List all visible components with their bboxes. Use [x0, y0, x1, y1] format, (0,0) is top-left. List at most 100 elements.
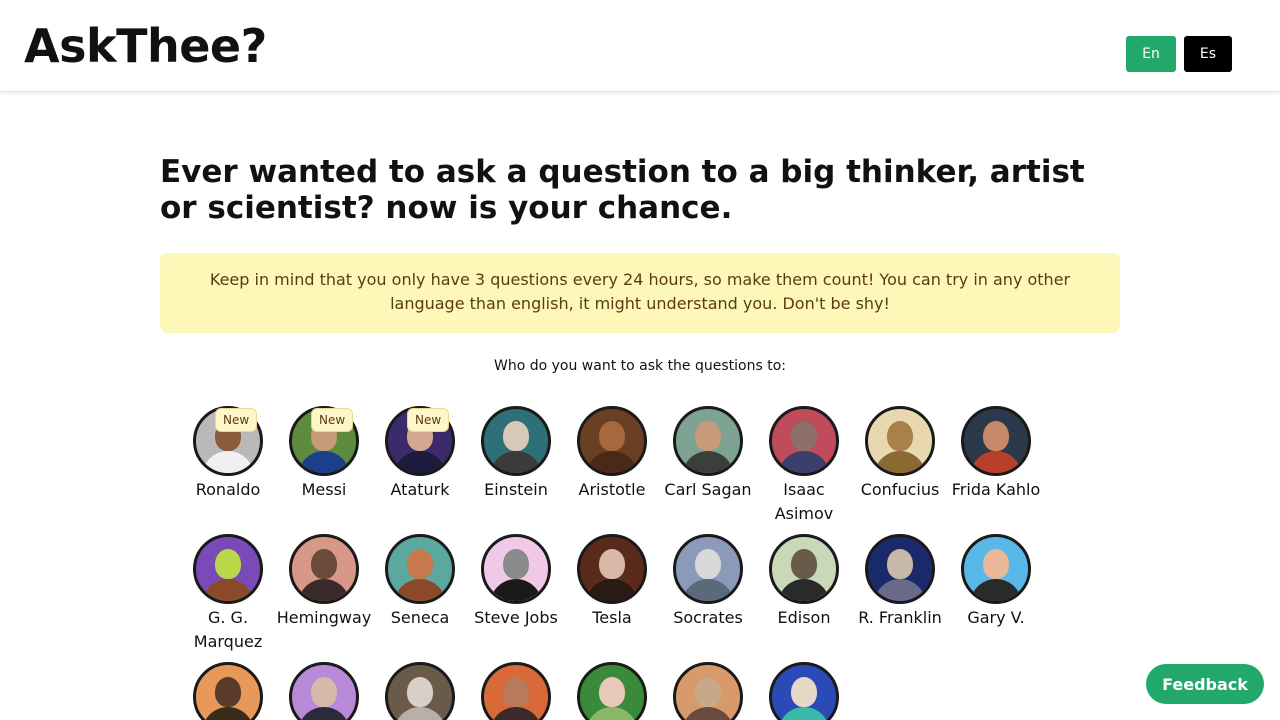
person-card[interactable]: [276, 662, 372, 720]
person-name[interactable]: Messi: [276, 478, 372, 502]
person-card[interactable]: R. Franklin: [852, 534, 948, 630]
person-name[interactable]: Hemingway: [276, 606, 372, 630]
feedback-button[interactable]: Feedback: [1146, 664, 1264, 704]
person-name[interactable]: Edison: [756, 606, 852, 630]
person-card[interactable]: Isaac Asimov: [756, 406, 852, 526]
person-portrait[interactable]: [577, 534, 647, 604]
person-portrait[interactable]: [769, 406, 839, 476]
portrait-face-shape: [599, 677, 625, 707]
person-name[interactable]: Confucius: [852, 478, 948, 502]
person-portrait[interactable]: [577, 662, 647, 720]
person-portrait[interactable]: [865, 534, 935, 604]
person-card[interactable]: Edison: [756, 534, 852, 630]
portrait-body-shape: [394, 451, 446, 473]
person-portrait[interactable]: [385, 534, 455, 604]
person-card[interactable]: Steve Jobs: [468, 534, 564, 630]
person-name[interactable]: Gary V.: [948, 606, 1044, 630]
person-portrait[interactable]: [961, 534, 1031, 604]
portrait-face-shape: [503, 549, 529, 579]
portrait-face-shape: [503, 677, 529, 707]
person-portrait[interactable]: [865, 406, 935, 476]
person-card[interactable]: G. G. Marquez: [180, 534, 276, 654]
person-card[interactable]: Tesla: [564, 534, 660, 630]
person-card[interactable]: Einstein: [468, 406, 564, 502]
portrait-face-shape: [215, 677, 241, 707]
person-portrait[interactable]: [289, 662, 359, 720]
portrait-body-shape: [682, 707, 734, 720]
person-portrait[interactable]: [577, 406, 647, 476]
person-portrait[interactable]: [769, 534, 839, 604]
person-name[interactable]: R. Franklin: [852, 606, 948, 630]
site-logo[interactable]: AskThee?: [24, 18, 267, 74]
portrait-body-shape: [970, 451, 1022, 473]
portrait-body-shape: [970, 579, 1022, 601]
person-portrait[interactable]: [193, 534, 263, 604]
person-portrait[interactable]: [673, 662, 743, 720]
person-card[interactable]: Hemingway: [276, 534, 372, 630]
person-portrait[interactable]: [481, 534, 551, 604]
person-name[interactable]: Ataturk: [372, 478, 468, 502]
portrait-body-shape: [586, 707, 638, 720]
person-card[interactable]: Messi New: [276, 406, 372, 502]
portrait-face-shape: [887, 549, 913, 579]
person-card[interactable]: Carl Sagan: [660, 406, 756, 502]
person-card[interactable]: Aristotle: [564, 406, 660, 502]
person-card[interactable]: [180, 662, 276, 720]
person-portrait[interactable]: [193, 662, 263, 720]
person-portrait[interactable]: [769, 662, 839, 720]
person-portrait[interactable]: [673, 406, 743, 476]
portrait-face-shape: [695, 677, 721, 707]
top-header: AskThee? En Es: [0, 0, 1280, 92]
person-name[interactable]: Ronaldo: [180, 478, 276, 502]
person-card[interactable]: Gary V.: [948, 534, 1044, 630]
person-portrait[interactable]: [481, 662, 551, 720]
person-name[interactable]: Socrates: [660, 606, 756, 630]
portrait-face-shape: [791, 549, 817, 579]
portrait-body-shape: [682, 579, 734, 601]
person-card[interactable]: Socrates: [660, 534, 756, 630]
portrait-face-shape: [791, 421, 817, 451]
person-portrait[interactable]: [961, 406, 1031, 476]
portrait-body-shape: [778, 451, 830, 473]
person-name[interactable]: Seneca: [372, 606, 468, 630]
person-card[interactable]: Seneca: [372, 534, 468, 630]
page-headline: Ever wanted to ask a question to a big t…: [160, 154, 1085, 226]
person-name[interactable]: Carl Sagan: [660, 478, 756, 502]
person-portrait[interactable]: [673, 534, 743, 604]
person-name[interactable]: Tesla: [564, 606, 660, 630]
person-card[interactable]: [372, 662, 468, 720]
person-card[interactable]: [660, 662, 756, 720]
new-badge: New: [311, 408, 354, 432]
portrait-body-shape: [394, 579, 446, 601]
portrait-body-shape: [490, 579, 542, 601]
person-card[interactable]: [564, 662, 660, 720]
person-card[interactable]: Frida Kahlo: [948, 406, 1044, 502]
person-name[interactable]: Frida Kahlo: [948, 478, 1044, 502]
portrait-face-shape: [215, 549, 241, 579]
portrait-face-shape: [983, 421, 1009, 451]
person-name[interactable]: G. G. Marquez: [180, 606, 276, 654]
portrait-body-shape: [298, 579, 350, 601]
person-portrait[interactable]: [385, 662, 455, 720]
portrait-face-shape: [695, 549, 721, 579]
person-card[interactable]: Ronaldo New: [180, 406, 276, 502]
person-name[interactable]: Steve Jobs: [468, 606, 564, 630]
person-portrait[interactable]: [289, 534, 359, 604]
person-card[interactable]: [468, 662, 564, 720]
language-en-button[interactable]: En: [1126, 36, 1176, 72]
portrait-face-shape: [887, 421, 913, 451]
portrait-body-shape: [778, 707, 830, 720]
person-portrait[interactable]: [481, 406, 551, 476]
portrait-face-shape: [311, 677, 337, 707]
portrait-body-shape: [874, 451, 926, 473]
language-es-button[interactable]: Es: [1184, 36, 1232, 72]
portrait-face-shape: [791, 677, 817, 707]
portrait-body-shape: [682, 451, 734, 473]
person-card[interactable]: [756, 662, 852, 720]
person-name[interactable]: Einstein: [468, 478, 564, 502]
person-name[interactable]: Aristotle: [564, 478, 660, 502]
person-card[interactable]: Confucius: [852, 406, 948, 502]
person-name[interactable]: Isaac Asimov: [756, 478, 852, 526]
person-card[interactable]: Ataturk New: [372, 406, 468, 502]
portrait-face-shape: [407, 549, 433, 579]
